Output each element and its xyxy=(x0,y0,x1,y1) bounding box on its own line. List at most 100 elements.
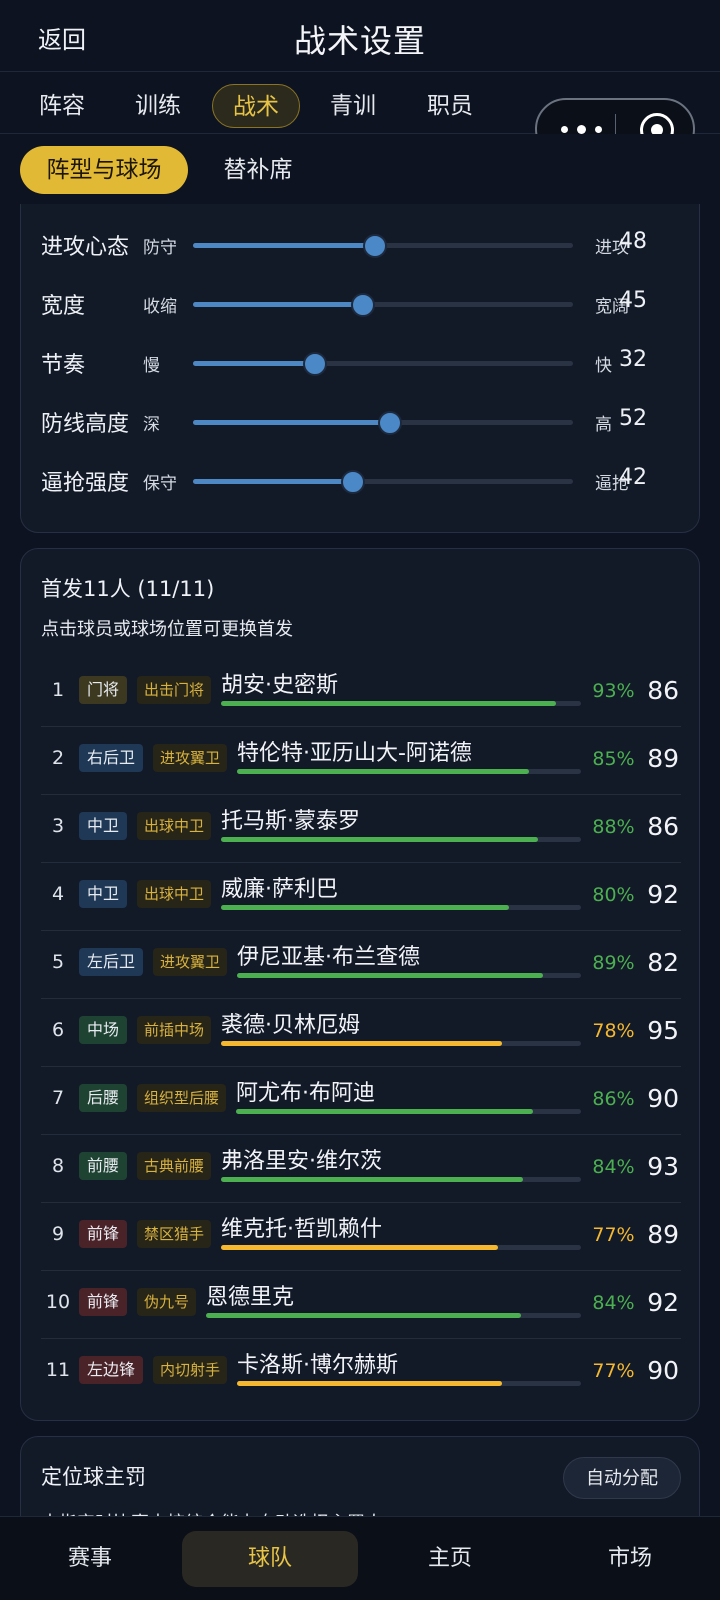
player-number: 6 xyxy=(51,1019,65,1041)
lineup-title: 首发11人 (11/11) xyxy=(41,577,215,601)
starting-eleven-card: 首发11人 (11/11) 点击球员或球场位置可更换首发 1 门将 出击门将 胡安·史… xyxy=(20,548,700,1421)
fit-bar xyxy=(221,905,581,910)
slider-track[interactable] xyxy=(193,293,573,317)
slider-track[interactable] xyxy=(193,411,573,435)
page-title: 战术设置 xyxy=(293,22,426,60)
role-badge: 出击门将 xyxy=(137,676,212,704)
position-badge: 左边锋 xyxy=(79,1356,144,1384)
slider-label: 进攻心态 xyxy=(41,235,130,260)
position-badge: 前锋 xyxy=(79,1288,128,1316)
tactics-sliders-card: 进攻心态 防守 进攻 48 宽度 收缩 宽阔 45 节奏 慢 快 32 防线高度… xyxy=(20,150,700,533)
slider-row-pressing: 逼抢强度 保守 逼抢 42 xyxy=(21,461,661,501)
player-number: 2 xyxy=(51,747,65,769)
player-rating: 86 xyxy=(647,676,679,705)
position-badge: 中卫 xyxy=(79,812,128,840)
slider-min-label: 慢 xyxy=(143,356,160,376)
role-badge: 内切射手 xyxy=(153,1356,228,1384)
tab-lineup[interactable]: 阵容 xyxy=(24,84,100,128)
player-number: 8 xyxy=(51,1155,65,1177)
player-name[interactable]: 裘德·贝林厄姆 xyxy=(221,1007,360,1039)
player-name[interactable]: 卡洛斯·博尔赫斯 xyxy=(237,1347,398,1379)
subtab-formation-pitch[interactable]: 阵型与球场 xyxy=(20,146,188,194)
player-row[interactable]: 5 左后卫 进攻翼卫 伊尼亚基·布兰查德 89% 82 xyxy=(41,931,681,999)
role-badge: 前插中场 xyxy=(137,1016,212,1044)
nav-home[interactable]: 主页 xyxy=(362,1531,538,1587)
fit-bar-fill xyxy=(237,769,529,774)
player-row[interactable]: 4 中卫 出球中卫 威廉·萨利巴 80% 92 xyxy=(41,863,681,931)
role-badge: 古典前腰 xyxy=(137,1152,212,1180)
player-rating: 92 xyxy=(647,880,679,909)
slider-value: 45 xyxy=(619,288,647,313)
slider-knob[interactable] xyxy=(341,470,365,494)
slider-label: 逼抢强度 xyxy=(41,471,130,496)
player-name[interactable]: 恩德里克 xyxy=(206,1279,294,1311)
fit-bar-fill xyxy=(221,1245,498,1250)
player-rating: 89 xyxy=(647,744,679,773)
player-name[interactable]: 阿尤布·布阿迪 xyxy=(236,1075,375,1107)
player-row[interactable]: 6 中场 前插中场 裘德·贝林厄姆 78% 95 xyxy=(41,999,681,1067)
player-number: 1 xyxy=(51,679,65,701)
player-number: 9 xyxy=(51,1223,65,1245)
slider-knob[interactable] xyxy=(351,293,375,317)
player-name[interactable]: 托马斯·蒙泰罗 xyxy=(221,803,360,835)
player-row[interactable]: 1 门将 出击门将 胡安·史密斯 93% 86 xyxy=(41,659,681,727)
player-name[interactable]: 威廉·萨利巴 xyxy=(221,871,338,903)
player-row[interactable]: 10 前锋 伪九号 恩德里克 84% 92 xyxy=(41,1271,681,1339)
slider-track[interactable] xyxy=(193,234,573,258)
fit-bar-fill xyxy=(221,701,556,706)
player-row[interactable]: 11 左边锋 内切射手 卡洛斯·博尔赫斯 77% 90 xyxy=(41,1339,681,1407)
player-number: 4 xyxy=(51,883,65,905)
nav-team[interactable]: 球队 xyxy=(182,1531,358,1587)
fit-bar xyxy=(221,701,581,706)
slider-knob[interactable] xyxy=(303,352,327,376)
player-row[interactable]: 2 右后卫 进攻翼卫 特伦特·亚历山大-阿诺德 85% 89 xyxy=(41,727,681,795)
slider-knob[interactable] xyxy=(363,234,387,258)
fit-bar xyxy=(237,769,581,774)
nav-market[interactable]: 市场 xyxy=(542,1531,718,1587)
fit-percent: 80% xyxy=(592,884,635,906)
fit-bar-fill xyxy=(206,1313,521,1318)
slider-row-width: 宽度 收缩 宽阔 45 xyxy=(21,284,661,324)
slider-label: 宽度 xyxy=(41,294,86,319)
player-row[interactable]: 9 前锋 禁区猎手 维克托·哲凯赖什 77% 89 xyxy=(41,1203,681,1271)
position-badge: 后腰 xyxy=(79,1084,128,1112)
player-row[interactable]: 7 后腰 组织型后腰 阿尤布·布阿迪 86% 90 xyxy=(41,1067,681,1135)
player-name[interactable]: 维克托·哲凯赖什 xyxy=(221,1211,382,1243)
slider-knob[interactable] xyxy=(378,411,402,435)
position-badge: 门将 xyxy=(79,676,128,704)
player-name[interactable]: 弗洛里安·维尔茨 xyxy=(221,1143,382,1175)
bottom-nav: 赛事 球队 主页 市场 xyxy=(0,1516,720,1600)
position-badge: 前腰 xyxy=(79,1152,128,1180)
fit-bar-fill xyxy=(221,1177,523,1182)
nav-matches[interactable]: 赛事 xyxy=(2,1531,178,1587)
player-name[interactable]: 胡安·史密斯 xyxy=(221,667,338,699)
top-bar: 返回 战术设置 xyxy=(0,0,720,72)
tab-training[interactable]: 训练 xyxy=(120,84,196,128)
slider-min-label: 防守 xyxy=(143,238,177,258)
player-number: 3 xyxy=(51,815,65,837)
slider-track[interactable] xyxy=(193,470,573,494)
fit-bar xyxy=(206,1313,581,1318)
fit-percent: 78% xyxy=(592,1020,635,1042)
fit-bar-fill xyxy=(221,905,509,910)
role-badge: 进攻翼卫 xyxy=(153,744,228,772)
slider-max-label: 快 xyxy=(595,356,612,376)
fit-percent: 84% xyxy=(592,1156,635,1178)
slider-min-label: 收缩 xyxy=(143,297,177,317)
player-row[interactable]: 3 中卫 出球中卫 托马斯·蒙泰罗 88% 86 xyxy=(41,795,681,863)
subtab-bench[interactable]: 替补席 xyxy=(208,146,308,194)
tab-staff[interactable]: 职员 xyxy=(412,84,488,128)
fit-percent: 89% xyxy=(592,952,635,974)
player-number: 5 xyxy=(51,951,65,973)
fit-percent: 88% xyxy=(592,816,635,838)
slider-row-defensive-line: 防线高度 深 高 52 xyxy=(21,402,661,442)
tab-tactics[interactable]: 战术 xyxy=(212,84,300,128)
player-name[interactable]: 特伦特·亚历山大-阿诺德 xyxy=(237,735,472,767)
player-name[interactable]: 伊尼亚基·布兰查德 xyxy=(237,939,420,971)
tab-youth[interactable]: 青训 xyxy=(315,84,391,128)
lineup-hint: 点击球员或球场位置可更换首发 xyxy=(41,619,293,640)
player-row[interactable]: 8 前腰 古典前腰 弗洛里安·维尔茨 84% 93 xyxy=(41,1135,681,1203)
slider-track[interactable] xyxy=(193,352,573,376)
fit-bar xyxy=(237,1381,581,1386)
auto-assign-button[interactable]: 自动分配 xyxy=(563,1457,681,1499)
